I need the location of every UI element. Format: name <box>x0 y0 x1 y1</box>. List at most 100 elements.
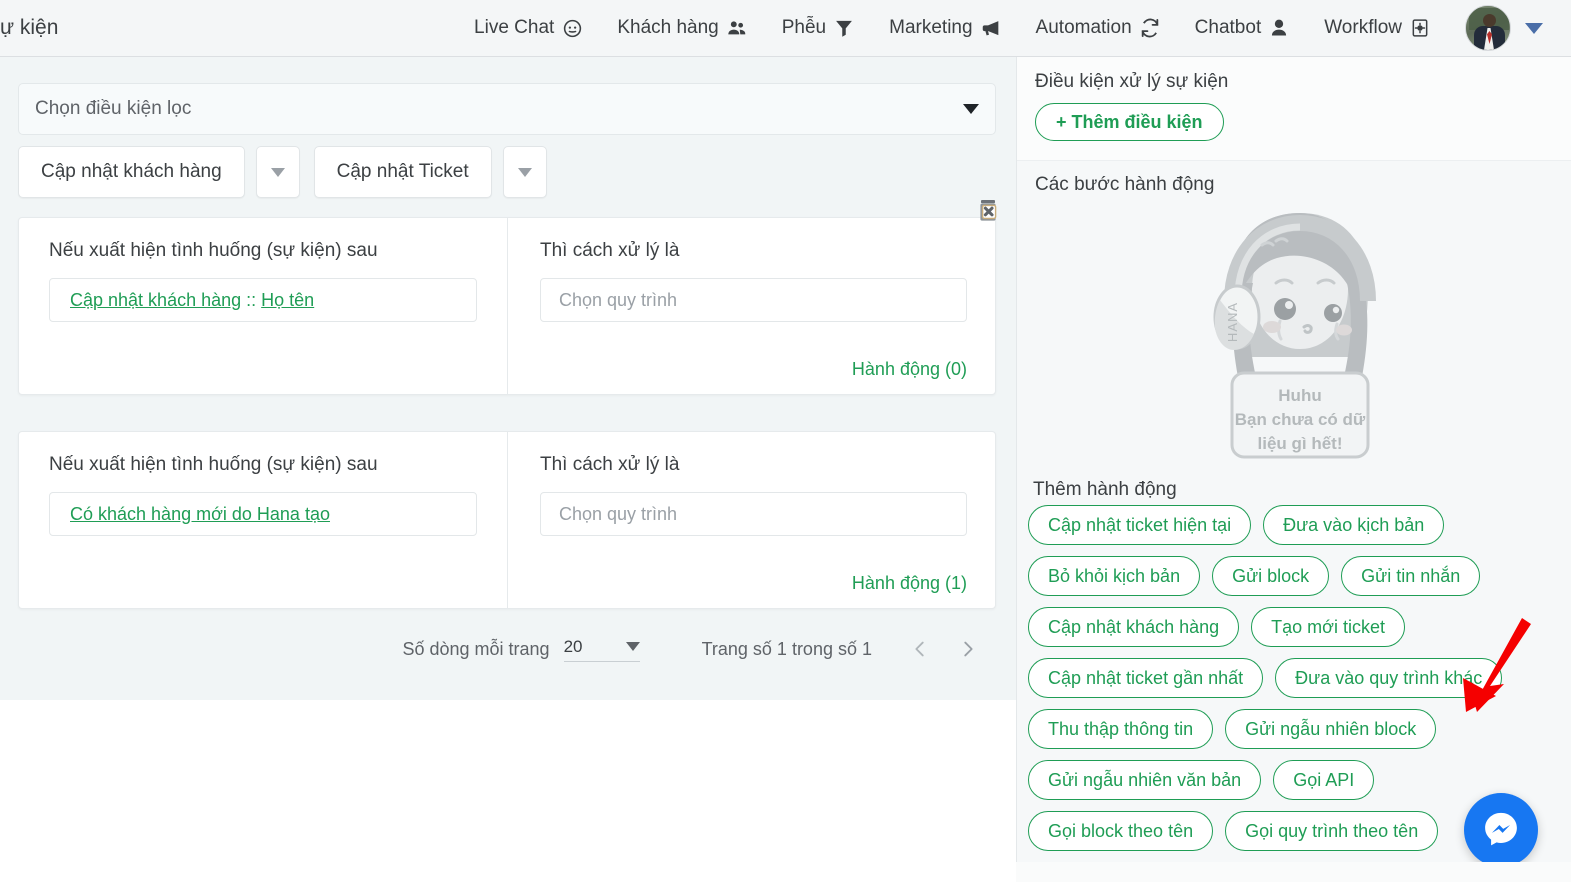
messenger-icon[interactable] <box>1464 793 1538 867</box>
update-customer-dropdown-button[interactable] <box>255 146 300 198</box>
events-panel: Chọn điều kiện lọc Cập nhật khách hàng C… <box>0 57 1016 700</box>
chevron-left-icon[interactable] <box>906 635 934 663</box>
process-placeholder: Chọn quy trình <box>559 289 678 310</box>
page-info-label: Trang số 1 trong số 1 <box>701 638 872 659</box>
hana-mascot-icon: HANA Huhu Bạn chưa có dữ liệu gì hết! <box>1190 205 1410 460</box>
rows-per-page-label: Số dòng mỗi trang <box>402 638 550 659</box>
headset-icon <box>561 17 583 39</box>
action-count-link[interactable]: Hành động (1) <box>852 573 967 594</box>
nav-item-khach-hang[interactable]: Khách hàng <box>617 17 747 39</box>
action-chip-goi-quy-trinh-theo-ten[interactable]: Gọi quy trình theo tên <box>1225 811 1439 851</box>
nav-item-label: Workflow <box>1324 17 1402 38</box>
event-value-box[interactable]: Cập nhật khách hàng :: Họ tên <box>49 278 477 322</box>
users-icon <box>726 17 748 39</box>
update-customer-button[interactable]: Cập nhật khách hàng <box>18 146 245 198</box>
rule-card: Nếu xuất hiện tình huống (sự kiện) sau C… <box>18 200 997 395</box>
condition-title: Điều kiện xử lý sự kiện <box>1035 71 1229 92</box>
chevron-down-icon[interactable] <box>1525 22 1543 34</box>
filter-condition-placeholder: Chọn điều kiện lọc <box>35 98 192 119</box>
panel-bottom-strip <box>1016 862 1571 882</box>
action-chip-cap-nhat-ticket-hien-tai[interactable]: Cập nhật ticket hiện tại <box>1028 505 1252 545</box>
rule-handler-label: Thì cách xử lý là <box>540 240 680 261</box>
action-chip-cap-nhat-khach-hang[interactable]: Cập nhật khách hàng <box>1028 607 1240 647</box>
event-primary-link[interactable]: Có khách hàng mới do Hana tạo <box>70 504 330 525</box>
workflow-gear-icon <box>1409 17 1431 39</box>
action-chip-gui-ngau-nhien-block[interactable]: Gửi ngẫu nhiên block <box>1225 709 1437 749</box>
nav-item-label: Live Chat <box>474 17 555 38</box>
app-root: ự kiện Live Chat Khách hàng Phễu Marketi… <box>0 0 1571 882</box>
action-count-link[interactable]: Hành động (0) <box>852 359 967 380</box>
rule-event-label: Nếu xuất hiện tình huống (sự kiện) sau <box>49 240 378 261</box>
action-chip-dua-vao-kich-ban[interactable]: Đưa vào kịch bản <box>1263 505 1445 545</box>
top-navigation-bar: ự kiện Live Chat Khách hàng Phễu Marketi… <box>0 0 1571 57</box>
update-ticket-button[interactable]: Cập nhật Ticket <box>313 146 492 198</box>
process-select[interactable]: Chọn quy trình <box>540 278 967 322</box>
event-separator: :: <box>246 289 257 310</box>
process-select[interactable]: Chọn quy trình <box>540 492 967 536</box>
nav-item-chatbot[interactable]: Chatbot <box>1195 17 1291 39</box>
action-chip-goi-api[interactable]: Gọi API <box>1273 760 1375 800</box>
refresh-cycle-icon <box>1139 17 1161 39</box>
caret-down-icon <box>963 104 979 114</box>
event-value-box[interactable]: Có khách hàng mới do Hana tạo <box>49 492 477 536</box>
nav-item-automation[interactable]: Automation <box>1036 17 1161 39</box>
split-button-update-ticket: Cập nhật Ticket <box>313 146 547 198</box>
nav-item-workflow[interactable]: Workflow <box>1324 17 1431 39</box>
action-chip-gui-block[interactable]: Gửi block <box>1212 556 1330 596</box>
nav-item-marketing[interactable]: Marketing <box>889 17 1001 39</box>
event-secondary-link[interactable]: Họ tên <box>261 290 314 311</box>
nav-item-label: Phễu <box>781 17 827 38</box>
rows-per-page-select[interactable]: 20 <box>563 636 640 662</box>
mascot-line-1: Huhu <box>1278 386 1321 405</box>
nav-item-live-chat[interactable]: Live Chat <box>474 17 583 39</box>
action-chip-gui-tin-nhan[interactable]: Gửi tin nhắn <box>1341 556 1481 596</box>
chevron-right-icon[interactable] <box>954 635 982 663</box>
action-chip-cap-nhat-ticket-gan-nhat[interactable]: Cập nhật ticket gần nhất <box>1028 658 1264 698</box>
filter-condition-select[interactable]: Chọn điều kiện lọc <box>18 83 996 135</box>
action-chip-tao-moi-ticket[interactable]: Tạo mới ticket <box>1251 607 1405 647</box>
caret-down-icon <box>625 642 640 651</box>
nav-item-label: Khách hàng <box>617 17 719 38</box>
add-action-title: Thêm hành động <box>1033 479 1177 500</box>
robot-icon <box>1268 17 1290 39</box>
action-button-row: Cập nhật khách hàng Cập nhật Ticket <box>18 146 547 198</box>
action-chip-gui-ngau-nhien-van-ban[interactable]: Gửi ngẫu nhiên văn bản <box>1028 760 1262 800</box>
pagination-bar: Số dòng mỗi trang 20 Trang số 1 trong số… <box>18 635 996 663</box>
rule-card: Nếu xuất hiện tình huống (sự kiện) sau C… <box>18 431 996 609</box>
megaphone-icon <box>980 17 1002 39</box>
avatar-head <box>1483 14 1496 27</box>
action-chip-bo-khoi-kich-ban[interactable]: Bỏ khỏi kịch bản <box>1028 556 1201 596</box>
page-title: ự kiện <box>0 16 59 39</box>
avatar[interactable] <box>1465 5 1511 51</box>
mascot-line-3: liệu gì hết! <box>1258 434 1343 453</box>
event-primary-link[interactable]: Cập nhật khách hàng <box>70 290 241 311</box>
trash-delete-icon[interactable] <box>975 198 1001 224</box>
funnel-icon <box>833 17 855 39</box>
rule-handler-section: Thì cách xử lý là Chọn quy trình Hành độ… <box>508 432 995 608</box>
nav-item-label: Automation <box>1035 17 1132 38</box>
rule-handler-label: Thì cách xử lý là <box>540 454 680 475</box>
caret-down-icon <box>270 167 285 177</box>
caret-down-icon <box>517 167 532 177</box>
rule-event-section: Nếu xuất hiện tình huống (sự kiện) sau C… <box>19 432 508 608</box>
avatar-menu[interactable] <box>1465 5 1557 51</box>
split-button-update-customer: Cập nhật khách hàng <box>18 146 300 198</box>
rule-handler-section: Thì cách xử lý là Chọn quy trình Hành độ… <box>508 200 997 394</box>
nav-items: Live Chat Khách hàng Phễu Marketing Auto… <box>474 5 1571 51</box>
rule-event-section: Nếu xuất hiện tình huống (sự kiện) sau C… <box>19 218 508 394</box>
nav-item-label: Chatbot <box>1194 17 1262 38</box>
process-placeholder: Chọn quy trình <box>559 503 678 524</box>
add-condition-button[interactable]: + Thêm điều kiện <box>1035 103 1224 141</box>
update-ticket-dropdown-button[interactable] <box>502 146 547 198</box>
condition-header: Điều kiện xử lý sự kiện + Thêm điều kiện <box>1017 57 1571 161</box>
nav-item-label: Marketing <box>889 17 973 38</box>
action-chip-dua-vao-quy-trinh-khac[interactable]: Đưa vào quy trình khác <box>1275 658 1503 698</box>
mascot-line-2: Bạn chưa có dữ <box>1235 410 1366 429</box>
steps-title: Các bước hành động <box>1035 174 1215 195</box>
rule-event-label: Nếu xuất hiện tình huống (sự kiện) sau <box>49 454 378 475</box>
nav-item-pheu[interactable]: Phễu <box>782 17 855 39</box>
action-chip-goi-block-theo-ten[interactable]: Gọi block theo tên <box>1028 811 1214 851</box>
rows-per-page-value: 20 <box>563 636 583 656</box>
svg-text:HANA: HANA <box>1225 302 1240 342</box>
action-chip-thu-thap-thong-tin[interactable]: Thu thập thông tin <box>1028 709 1214 749</box>
